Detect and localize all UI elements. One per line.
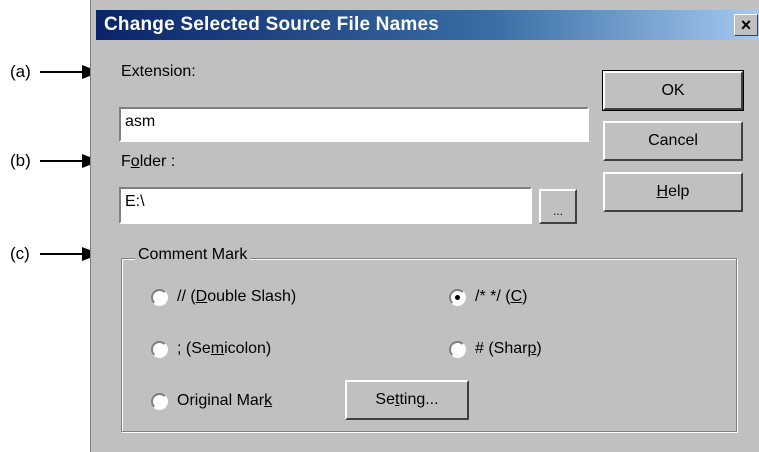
radio-selected-icon bbox=[449, 288, 466, 306]
close-icon: × bbox=[740, 15, 752, 35]
radio-icon bbox=[151, 288, 168, 306]
browse-label: ... bbox=[552, 204, 563, 218]
radio-sharp-label: # (Sharp) bbox=[475, 340, 542, 357]
radio-icon bbox=[449, 340, 466, 358]
radio-original-mark[interactable]: Original Mark bbox=[151, 392, 272, 410]
radio-original-mark-label: Original Mark bbox=[177, 392, 273, 409]
radio-icon bbox=[151, 340, 168, 358]
cancel-button[interactable]: Cancel bbox=[603, 121, 743, 161]
change-file-names-dialog: Change Selected Source File Names × Exte… bbox=[90, 0, 759, 452]
cancel-label: Cancel bbox=[648, 132, 698, 149]
radio-icon bbox=[151, 392, 168, 410]
callout-c-label: (c) bbox=[10, 244, 30, 263]
radio-sharp[interactable]: # (Sharp) bbox=[449, 340, 542, 358]
callout-a: (a) bbox=[10, 61, 100, 83]
close-button[interactable]: × bbox=[734, 14, 758, 36]
setting-button[interactable]: Setting... bbox=[345, 380, 469, 420]
folder-value: E:\ bbox=[125, 193, 145, 210]
help-button[interactable]: Help bbox=[603, 172, 743, 212]
callout-c: (c) bbox=[10, 243, 100, 265]
setting-label: Setting... bbox=[375, 391, 439, 408]
extension-value: asm bbox=[125, 113, 156, 130]
radio-double-slash[interactable]: // (Double Slash) bbox=[151, 288, 296, 306]
callout-b-label: (b) bbox=[10, 151, 31, 170]
comment-mark-title: Comment Mark bbox=[135, 246, 251, 264]
folder-label: Folder : bbox=[121, 153, 176, 170]
help-label: Help bbox=[656, 183, 690, 200]
ok-button[interactable]: OK bbox=[602, 70, 744, 111]
folder-input[interactable]: E:\ bbox=[119, 187, 532, 224]
radio-c-style[interactable]: /* */ (C) bbox=[449, 288, 527, 306]
radio-semicolon-label: ; (Semicolon) bbox=[177, 340, 272, 357]
radio-semicolon[interactable]: ; (Semicolon) bbox=[151, 340, 271, 358]
browse-button[interactable]: ... bbox=[539, 189, 577, 224]
callout-a-label: (a) bbox=[10, 62, 31, 81]
extension-label: Extension: bbox=[121, 63, 196, 80]
radio-c-style-label: /* */ (C) bbox=[475, 288, 528, 305]
extension-input[interactable]: asm bbox=[119, 107, 589, 142]
radio-double-slash-label: // (Double Slash) bbox=[177, 288, 297, 305]
callout-b: (b) bbox=[10, 150, 100, 172]
ok-label: OK bbox=[661, 81, 685, 99]
title-bar[interactable]: Change Selected Source File Names × bbox=[96, 10, 759, 40]
dialog-title: Change Selected Source File Names bbox=[104, 14, 439, 35]
